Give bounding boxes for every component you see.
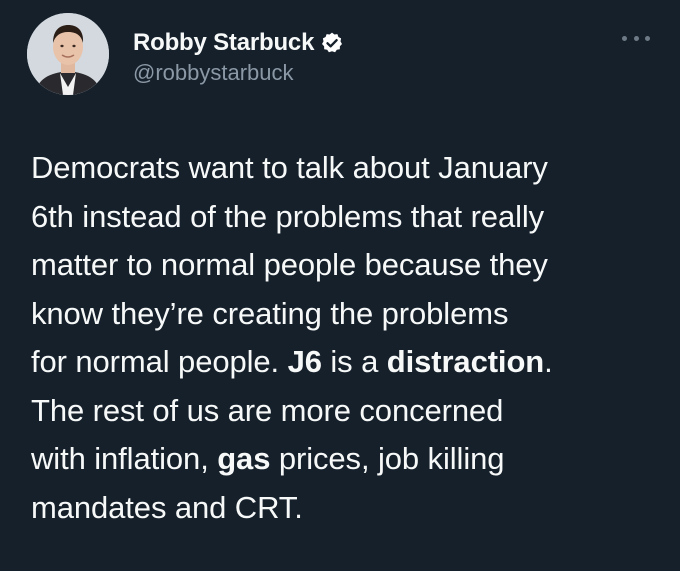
- more-options-button[interactable]: [618, 26, 654, 50]
- tweet-text-bold-segment: distraction: [386, 344, 545, 379]
- tweet-text-line: mandates and CRT.: [31, 484, 671, 533]
- tweet-text-segment: for normal people.: [31, 344, 288, 379]
- tweet-text-line: matter to normal people because they: [31, 241, 671, 290]
- profile-photo-icon: [27, 13, 109, 95]
- tweet-text-line: know they’re creating the problems: [31, 290, 671, 339]
- author-header: Robby Starbuck @robbystarbuck: [133, 28, 344, 86]
- tweet-text-line: with inflation, gas prices, job killing: [31, 435, 671, 484]
- verified-badge-icon: [320, 31, 344, 55]
- tweet-text-segment: The rest of us are more concerned: [31, 392, 504, 428]
- author-name-row: Robby Starbuck: [133, 28, 344, 58]
- more-dot-icon: [645, 35, 650, 41]
- tweet-text-segment: 6th instead of the problems that really: [31, 198, 545, 234]
- tweet-card: Robby Starbuck @robbystarbuck Democrats …: [0, 0, 680, 571]
- tweet-text-segment: matter to normal people because they: [31, 247, 548, 282]
- tweet-text-line: Democrats want to talk about January: [31, 144, 671, 193]
- author-display-name[interactable]: Robby Starbuck: [133, 29, 314, 57]
- more-dot-icon: [622, 35, 627, 41]
- tweet-text: Democrats want to talk about January 6th …: [31, 144, 671, 532]
- tweet-text-segment: is a: [321, 344, 387, 379]
- tweet-text-segment: .: [544, 344, 553, 379]
- more-dot-icon: [633, 35, 639, 41]
- tweet-text-segment: with inflation,: [31, 441, 218, 476]
- tweet-text-bold-segment: J6: [287, 344, 322, 379]
- author-avatar[interactable]: [27, 13, 109, 95]
- tweet-text-bold-segment: gas: [217, 441, 271, 476]
- tweet-text-line: 6th instead of the problems that really: [31, 193, 671, 242]
- tweet-text-segment: mandates and CRT.: [31, 489, 303, 525]
- tweet-text-line: The rest of us are more concerned: [31, 387, 671, 436]
- author-handle[interactable]: @robbystarbuck: [133, 60, 344, 86]
- tweet-text-segment: Democrats want to talk about January: [31, 150, 548, 185]
- tweet-text-segment: know they’re creating the problems: [31, 295, 509, 331]
- tweet-text-segment: prices, job killing: [270, 441, 505, 476]
- tweet-text-line: for normal people. J6 is a distraction.: [31, 338, 671, 387]
